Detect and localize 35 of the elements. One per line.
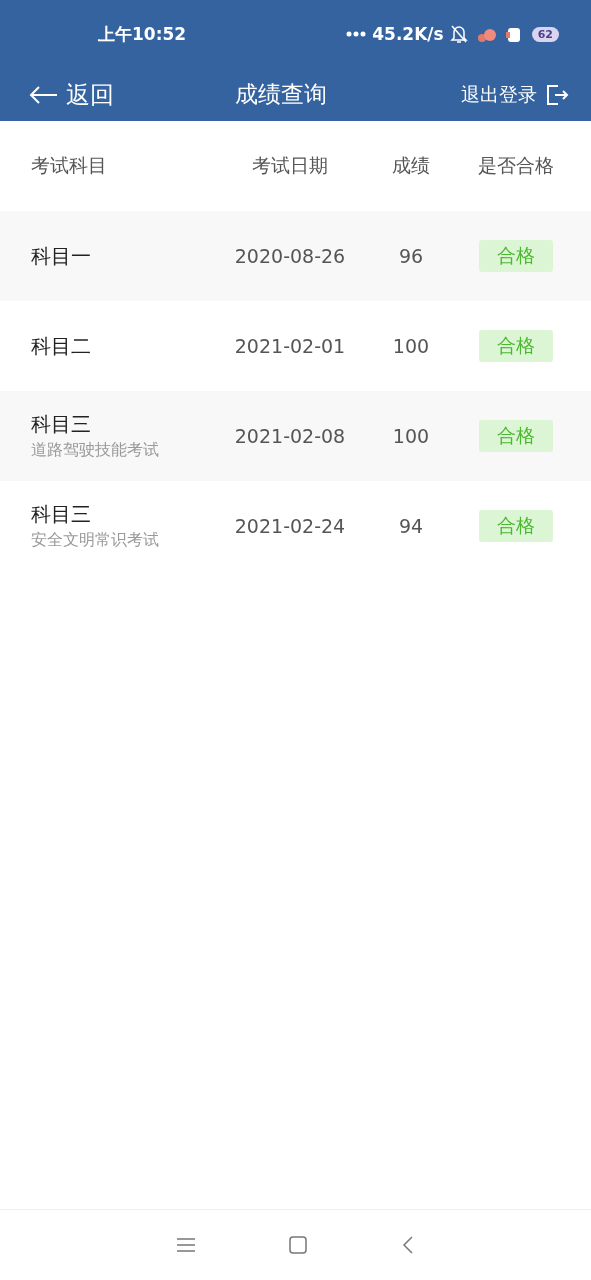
score: 94	[397, 515, 425, 537]
menu-icon[interactable]	[177, 1237, 196, 1253]
back-button[interactable]: 返回	[28, 78, 114, 111]
exam-date: 2021-02-24	[233, 515, 347, 537]
home-icon[interactable]	[289, 1236, 308, 1254]
result-badge: 合格	[479, 510, 553, 542]
result-badge: 合格	[479, 420, 553, 452]
exam-date: 2020-08-26	[233, 245, 347, 267]
subject-name: 科目三	[31, 411, 92, 438]
subject-name: 科目三	[31, 501, 92, 528]
column-header: 是否合格	[477, 153, 555, 178]
result-badge: 合格	[479, 330, 553, 362]
exam-date: 2021-02-01	[233, 335, 347, 357]
clock: 上午10:52	[98, 22, 187, 46]
battery-level: 62	[531, 26, 559, 42]
column-header: 考试科目	[30, 153, 108, 178]
logout-button[interactable]: 退出登录	[461, 81, 569, 108]
back-arrow-icon	[28, 84, 58, 105]
subject-name: 科目一	[31, 242, 92, 270]
page-title: 成绩查询	[233, 80, 328, 109]
subject-subtitle: 安全文明常识考试	[31, 530, 160, 551]
score: 100	[391, 425, 431, 447]
score: 96	[397, 245, 425, 267]
column-header: 考试日期	[251, 153, 329, 178]
bell-muted-icon	[449, 24, 468, 44]
subject-subtitle: 道路驾驶技能考试	[31, 440, 160, 461]
column-header: 成绩	[391, 153, 431, 178]
subject-name: 科目二	[31, 332, 92, 360]
signal-dots-icon	[346, 31, 367, 37]
exam-date: 2021-02-08	[233, 425, 347, 447]
result-badge: 合格	[479, 240, 553, 272]
score: 100	[391, 335, 431, 357]
network-speed: 45.2K/s	[372, 24, 444, 44]
logout-icon	[545, 82, 569, 107]
back-icon[interactable]	[401, 1236, 414, 1254]
